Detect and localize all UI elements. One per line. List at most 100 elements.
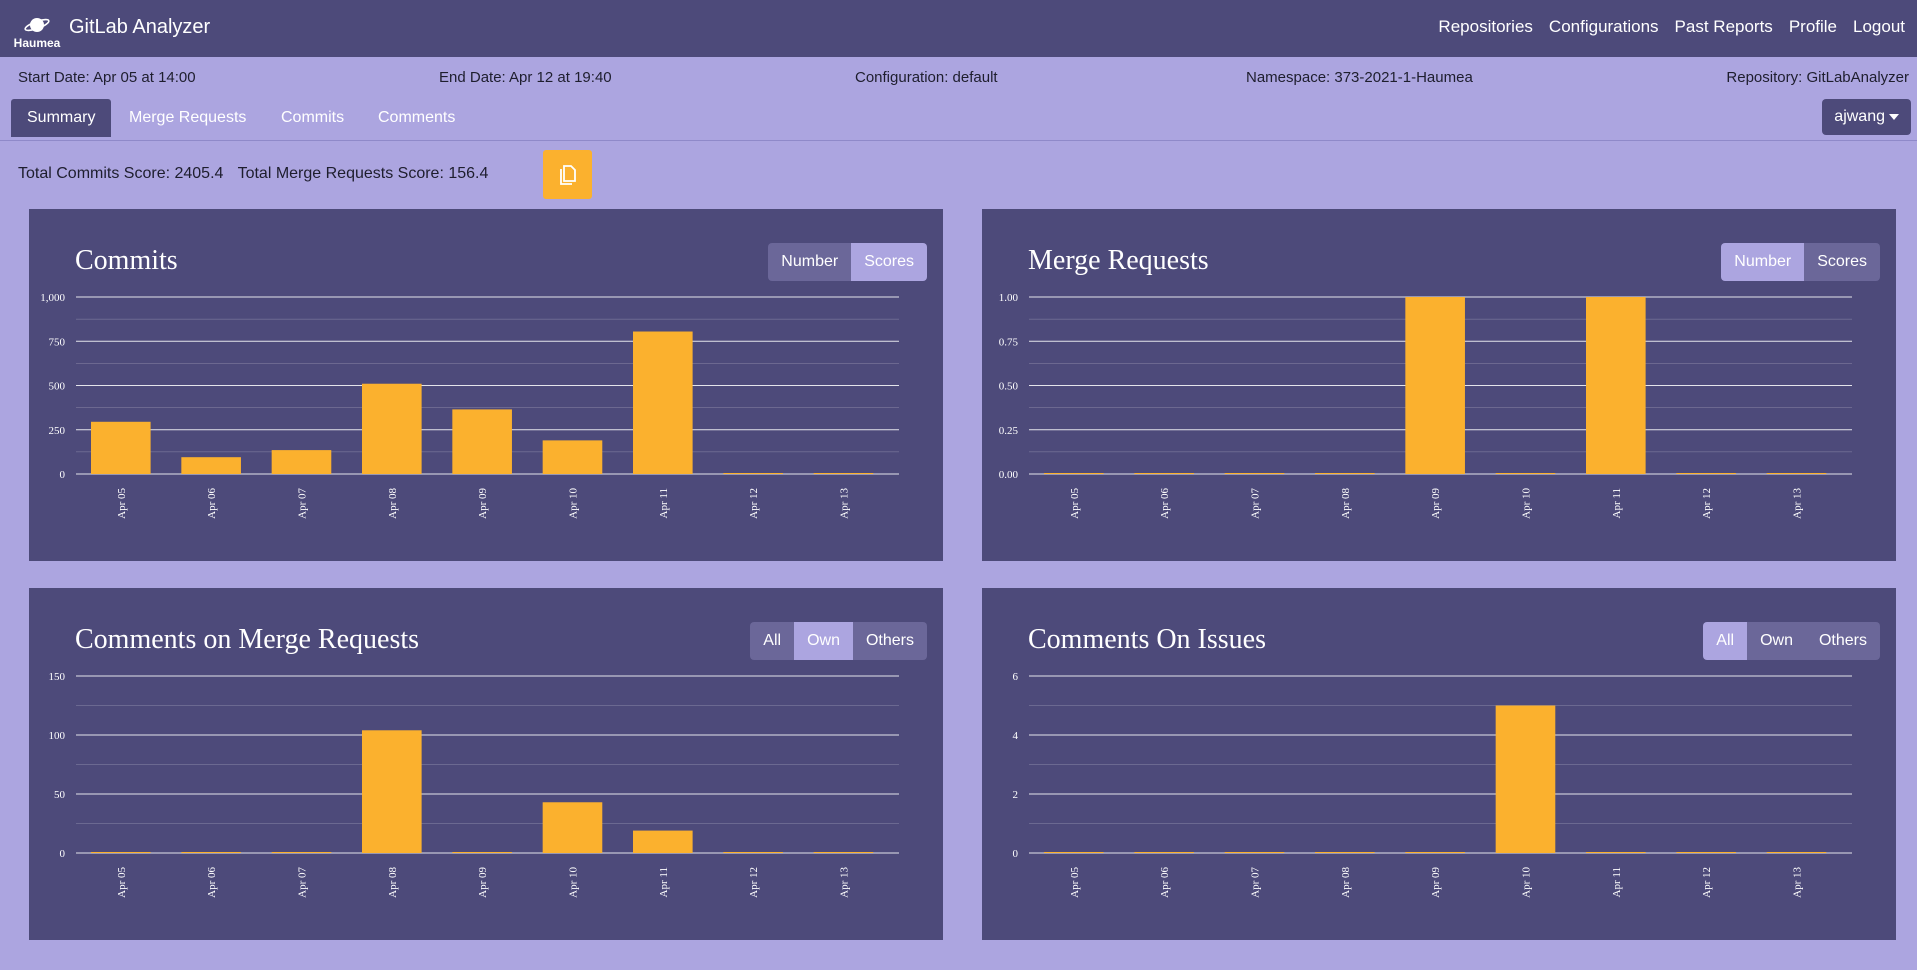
repository-label: Repository: GitLabAnalyzer — [1726, 69, 1909, 86]
y-tick-label: 100 — [49, 730, 66, 742]
y-tick-label: 0.00 — [999, 469, 1019, 481]
bar[interactable] — [1766, 473, 1827, 474]
bar[interactable] — [452, 409, 512, 474]
y-tick-label: 0.75 — [999, 336, 1019, 348]
namespace-label: Namespace: 373-2021-1-Haumea — [1246, 69, 1473, 86]
bar[interactable] — [181, 852, 241, 853]
bar[interactable] — [452, 852, 512, 853]
brand[interactable]: Haumea GitLab Analyzer — [12, 6, 272, 52]
y-tick-label: 50 — [54, 789, 66, 801]
bar[interactable] — [91, 852, 151, 853]
x-tick-label: Apr 08 — [1340, 867, 1352, 898]
x-tick-label: Apr 09 — [1430, 867, 1442, 898]
nav-link-logout[interactable]: Logout — [1853, 17, 1905, 37]
x-tick-label: Apr 08 — [1340, 488, 1352, 519]
bar[interactable] — [1676, 473, 1736, 474]
x-tick-label: Apr 05 — [116, 488, 128, 519]
bar[interactable] — [1495, 705, 1556, 854]
bar[interactable] — [1315, 852, 1375, 853]
issue-comments-panel: Comments On Issues All Own Others 0 2 4 6 Ap… — [982, 588, 1896, 940]
caret-down-icon — [1889, 113, 1899, 120]
tab-commits[interactable]: Commits — [265, 99, 360, 137]
y-tick-label: 1,000 — [40, 292, 65, 304]
bar[interactable] — [1405, 852, 1465, 853]
copy-scores-button[interactable] — [543, 150, 592, 199]
bar[interactable] — [362, 383, 422, 474]
end-date: End Date: Apr 12 at 19:40 — [439, 69, 612, 86]
bar[interactable] — [633, 331, 693, 474]
y-tick-label: 6 — [1013, 671, 1019, 683]
tab-merge-requests[interactable]: Merge Requests — [113, 99, 262, 137]
nav-links: Repositories Configurations Past Reports… — [1438, 17, 1905, 37]
bar[interactable] — [271, 852, 332, 853]
bar[interactable] — [1134, 852, 1194, 853]
score-summary: Total Commits Score: 2405.4 Total Merge … — [18, 165, 498, 183]
bar[interactable] — [1224, 852, 1285, 853]
bar[interactable] — [362, 730, 422, 853]
start-date: Start Date: Apr 05 at 14:00 — [18, 69, 196, 86]
mr-comments-panel: Comments on Merge Requests All Own Other… — [29, 588, 943, 940]
x-tick-label: Apr 12 — [748, 867, 760, 898]
bar[interactable] — [542, 802, 603, 853]
x-tick-label: Apr 12 — [748, 488, 760, 519]
total-commits-score: Total Commits Score: 2405.4 — [18, 165, 224, 182]
y-tick-label: 1.00 — [999, 292, 1019, 304]
x-tick-label: Apr 06 — [1159, 867, 1171, 898]
mr-comments-chart: 0 50 100 150 Apr 05 Apr 06 Apr 07 Apr 08 Apr 09 A… — [49, 671, 899, 898]
configuration-label: Configuration: default — [855, 69, 998, 86]
y-tick-label: 0 — [60, 469, 66, 481]
bar[interactable] — [723, 473, 783, 474]
nav-link-repositories[interactable]: Repositories — [1438, 17, 1533, 37]
commits-chart: 0 250 500 750 1,000 Apr 05 Apr 06 Apr 07 Apr 08 A… — [40, 292, 899, 519]
x-tick-label: Apr 09 — [1430, 488, 1442, 519]
x-tick-label: Apr 07 — [296, 867, 308, 898]
nav-link-past-reports[interactable]: Past Reports — [1675, 17, 1773, 37]
tab-comments[interactable]: Comments — [362, 99, 471, 137]
y-tick-label: 250 — [49, 425, 66, 437]
bar[interactable] — [633, 830, 693, 853]
bar[interactable] — [1586, 297, 1646, 474]
bar[interactable] — [1224, 473, 1285, 474]
bar[interactable] — [723, 852, 783, 853]
bar[interactable] — [1495, 473, 1556, 474]
y-tick-label: 0 — [60, 848, 66, 860]
x-tick-label: Apr 08 — [387, 867, 399, 898]
x-tick-label: Apr 12 — [1701, 488, 1713, 519]
bar[interactable] — [1586, 852, 1646, 853]
nav-link-profile[interactable]: Profile — [1789, 17, 1837, 37]
bar[interactable] — [1405, 297, 1465, 474]
y-tick-label: 4 — [1013, 730, 1019, 742]
bar[interactable] — [1766, 852, 1827, 853]
x-tick-label: Apr 13 — [838, 867, 850, 898]
bar[interactable] — [813, 473, 874, 474]
bar[interactable] — [181, 457, 241, 474]
nav-link-configurations[interactable]: Configurations — [1549, 17, 1659, 37]
x-tick-label: Apr 11 — [658, 488, 670, 518]
x-tick-label: Apr 09 — [477, 867, 489, 898]
x-tick-label: Apr 10 — [567, 867, 579, 898]
bar[interactable] — [542, 440, 603, 474]
bar[interactable] — [91, 421, 151, 474]
bar[interactable] — [1044, 852, 1104, 853]
x-tick-label: Apr 11 — [658, 867, 670, 897]
bar[interactable] — [1044, 473, 1104, 474]
merge-requests-chart: 0.00 0.25 0.50 0.75 1.00 Apr 05 Apr 06 Apr 07 Ap… — [999, 292, 1852, 519]
report-info-bar: Start Date: Apr 05 at 14:00 End Date: Ap… — [0, 57, 1917, 97]
x-tick-label: Apr 10 — [1520, 488, 1532, 519]
user-dropdown[interactable]: ajwang — [1822, 99, 1911, 135]
x-tick-label: Apr 05 — [116, 867, 128, 898]
bar[interactable] — [813, 852, 874, 853]
x-tick-label: Apr 07 — [1249, 867, 1261, 898]
tab-summary[interactable]: Summary — [11, 99, 112, 137]
x-tick-label: Apr 13 — [1791, 488, 1803, 519]
bar[interactable] — [1315, 473, 1375, 474]
x-tick-label: Apr 09 — [477, 488, 489, 519]
bar[interactable] — [1134, 473, 1194, 474]
total-merge-requests-score: Total Merge Requests Score: 156.4 — [237, 165, 489, 182]
y-tick-label: 2 — [1013, 789, 1019, 801]
bar[interactable] — [271, 450, 332, 474]
bar[interactable] — [1676, 852, 1736, 853]
app-title[interactable]: GitLab Analyzer — [69, 16, 210, 39]
issue-comments-chart: 0 2 4 6 Apr 05 Apr 06 Apr 07 Apr 08 Apr 09 Apr 10… — [1013, 671, 1852, 898]
y-tick-label: 500 — [49, 381, 66, 393]
